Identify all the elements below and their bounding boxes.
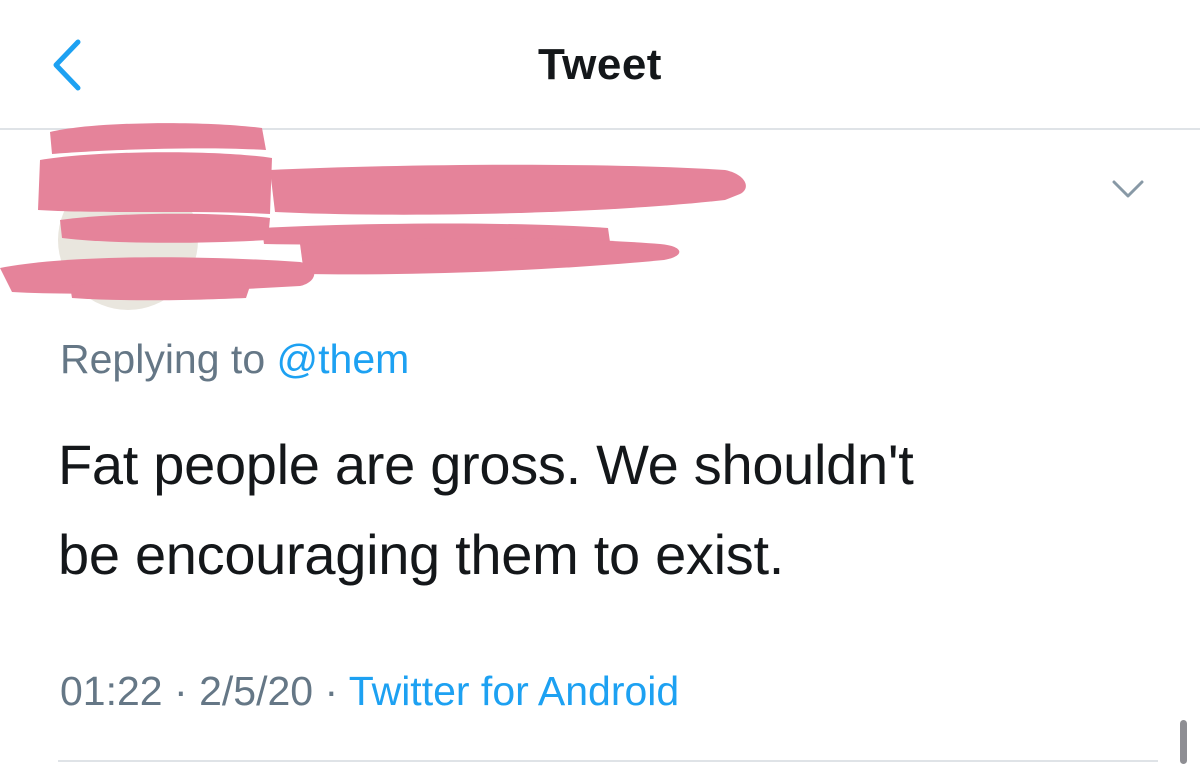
tweet-detail-screen: Tweet Replying to @them Fat people are g… bbox=[0, 0, 1200, 764]
author-name[interactable] bbox=[270, 172, 730, 212]
replying-to-label: Replying to bbox=[60, 336, 266, 382]
tweet-text-line: be encouraging them to exist. bbox=[58, 523, 784, 586]
metadata-separator: · bbox=[174, 668, 188, 714]
navigation-bar: Tweet bbox=[0, 0, 1200, 130]
divider bbox=[58, 760, 1158, 762]
tweet-source-link[interactable]: Twitter for Android bbox=[349, 668, 679, 714]
tweet-time: 01:22 bbox=[60, 668, 163, 714]
tweet-date: 2/5/20 bbox=[199, 668, 314, 714]
tweet-text-line: Fat people are gross. We shouldn't bbox=[58, 433, 914, 496]
more-options-button[interactable] bbox=[1106, 172, 1150, 206]
tweet-text: Fat people are gross. We shouldn't be en… bbox=[58, 420, 1158, 600]
chevron-down-icon bbox=[1112, 180, 1144, 198]
replying-to-handle-link[interactable]: @them bbox=[277, 336, 410, 382]
avatar[interactable] bbox=[58, 170, 198, 310]
author-handle[interactable] bbox=[262, 232, 662, 268]
page-title: Tweet bbox=[538, 40, 662, 89]
metadata-separator: · bbox=[324, 668, 339, 714]
tweet-metadata: 01:22 · 2/5/20 · Twitter for Android bbox=[60, 668, 679, 715]
replying-to-line: Replying to @them bbox=[60, 336, 409, 383]
scrollbar[interactable] bbox=[1180, 720, 1187, 764]
